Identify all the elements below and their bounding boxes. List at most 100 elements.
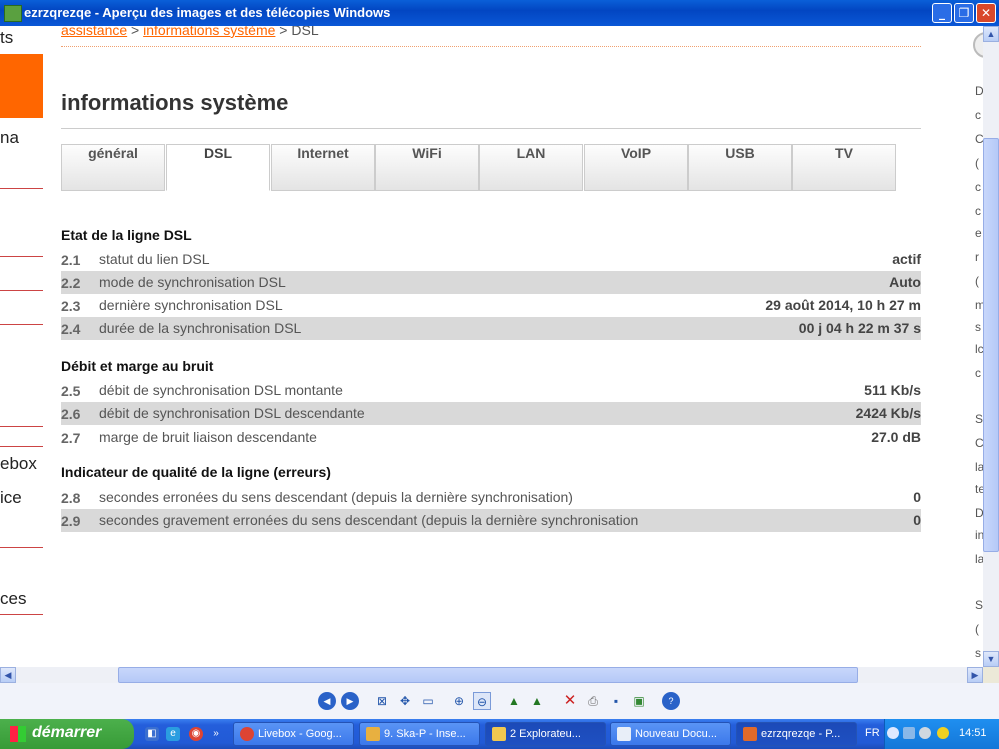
breadcrumb-separator: > (127, 26, 144, 38)
right-panel-text: ( (975, 156, 979, 170)
taskbar: démarrer ◧ e ◉ » Livebox - Goog... 9. Sk… (0, 719, 999, 749)
row-label: secondes erronées du sens descendant (de… (99, 489, 573, 505)
row-value: 27.0 dB (871, 429, 921, 445)
volume-icon[interactable] (937, 727, 949, 739)
save-icon[interactable]: ▪ (607, 692, 625, 710)
left-navigation: ts na ebox ice ces (0, 26, 44, 667)
right-panel-text: C (975, 132, 983, 146)
dotted-divider (61, 46, 921, 47)
scroll-up-button[interactable]: ▲ (983, 26, 999, 42)
start-label: démarrer (32, 724, 102, 741)
scroll-right-button[interactable]: ▶ (967, 667, 983, 683)
left-nav-divider (0, 256, 43, 257)
breadcrumb: assistance > informations système > DSL (61, 26, 319, 38)
left-nav-item[interactable]: ice (0, 488, 22, 508)
close-button[interactable]: ✕ (976, 3, 996, 23)
tab-general[interactable]: général (61, 144, 165, 191)
zoom-in-icon[interactable]: ⊕ (450, 692, 468, 710)
right-panel-text: lc (975, 342, 983, 356)
right-panel-text: c (975, 108, 981, 122)
quick-launch-overflow-icon[interactable]: » (209, 727, 223, 741)
tray-expand-icon[interactable] (887, 727, 899, 739)
right-panel-text: la (975, 552, 983, 566)
horizontal-scroll-thumb[interactable] (118, 667, 858, 683)
right-panel-text: ( (975, 274, 979, 288)
vertical-scrollbar[interactable]: ▲ ▼ (983, 26, 999, 667)
next-image-icon[interactable]: ▶ (341, 692, 359, 710)
page-title: informations système (61, 90, 289, 115)
clock: 14:51 (959, 727, 987, 739)
taskbar-item-label: Livebox - Goog... (258, 728, 342, 740)
actual-size-icon[interactable]: ✥ (396, 692, 414, 710)
right-panel-text: c (975, 366, 981, 380)
show-desktop-icon[interactable]: ◧ (145, 727, 159, 741)
image-viewer-icon (4, 5, 22, 22)
left-nav-item[interactable]: ebox (0, 454, 37, 474)
taskbar-item-ska-p[interactable]: 9. Ska-P - Inse... (359, 722, 480, 746)
left-nav-item[interactable]: ts (0, 28, 13, 48)
right-panel-text: la (975, 460, 983, 474)
right-panel-text: s (975, 646, 981, 660)
internet-explorer-icon[interactable]: e (166, 727, 180, 741)
maximize-button[interactable]: ❐ (954, 3, 974, 23)
left-nav-divider (0, 614, 43, 615)
left-nav-item[interactable]: na (0, 128, 19, 148)
left-nav-divider (0, 446, 43, 447)
tab-voip[interactable]: VoIP (584, 144, 688, 191)
row-number: 2.1 (61, 252, 81, 268)
row-value: 29 août 2014, 10 h 27 m (765, 297, 921, 313)
avatar[interactable] (973, 32, 983, 58)
row-number: 2.2 (61, 275, 81, 291)
table-row: 2.1 statut du lien DSL actif (61, 248, 921, 271)
network-icon[interactable] (903, 727, 915, 739)
row-number: 2.4 (61, 321, 81, 337)
taskbar-item-image-viewer[interactable]: ezrzqrezqe - P... (736, 722, 857, 746)
system-tray: FR 14:51 (865, 719, 999, 749)
tab-lan[interactable]: LAN (479, 144, 583, 191)
taskbar-item-explorer[interactable]: 2 Explorateu... (485, 722, 606, 746)
row-value: actif (892, 251, 921, 267)
tab-bar: général DSL Internet WiFi LAN VoIP USB T… (61, 144, 897, 192)
best-fit-icon[interactable]: ⊠ (373, 692, 391, 710)
scrollbar-corner (983, 667, 999, 683)
row-label: dernière synchronisation DSL (99, 297, 283, 313)
rotate-counterclockwise-icon[interactable]: ▲ (528, 692, 546, 710)
zoom-out-icon[interactable]: ⊖ (473, 692, 491, 710)
tab-tv[interactable]: TV (792, 144, 896, 191)
language-indicator[interactable]: FR (865, 727, 880, 739)
tab-usb[interactable]: USB (688, 144, 792, 191)
left-nav-item[interactable]: ces (0, 589, 26, 609)
table-row: 2.4 durée de la synchronisation DSL 00 j… (61, 317, 921, 340)
rotate-clockwise-icon[interactable]: ▲ (505, 692, 523, 710)
breadcrumb-separator: > (275, 26, 292, 38)
right-panel-text: c (975, 180, 981, 194)
scroll-down-button[interactable]: ▼ (983, 651, 999, 667)
tab-wifi[interactable]: WiFi (375, 144, 479, 191)
taskbar-item-livebox[interactable]: Livebox - Goog... (233, 722, 354, 746)
vertical-scroll-thumb[interactable] (983, 138, 999, 552)
chrome-icon[interactable]: ◉ (189, 727, 203, 741)
help-icon[interactable]: ? (662, 692, 680, 710)
tab-internet[interactable]: Internet (271, 144, 375, 191)
section-title-line-quality: Indicateur de qualité de la ligne (erreu… (61, 464, 331, 480)
previous-image-icon[interactable]: ◀ (318, 692, 336, 710)
tab-dsl[interactable]: DSL (166, 144, 270, 191)
breadcrumb-link-system-info[interactable]: informations système (143, 26, 275, 38)
delete-icon[interactable]: ✕ (561, 692, 579, 710)
edit-icon[interactable]: ▣ (630, 692, 648, 710)
tray-app-icon[interactable] (919, 727, 931, 739)
title-divider (61, 128, 921, 129)
slideshow-icon[interactable]: ▭ (419, 692, 437, 710)
minimize-button[interactable]: _ (932, 3, 952, 23)
left-nav-divider (0, 290, 43, 291)
scroll-left-button[interactable]: ◀ (0, 667, 16, 683)
taskbar-item-document[interactable]: Nouveau Docu... (610, 722, 731, 746)
breadcrumb-link-assistance[interactable]: assistance (61, 26, 127, 38)
taskbar-item-label: 9. Ska-P - Inse... (384, 728, 466, 740)
section-title-dsl-line-state: Etat de la ligne DSL (61, 227, 192, 243)
row-number: 2.9 (61, 513, 81, 529)
row-value: 0 (913, 489, 921, 505)
start-button[interactable]: démarrer (0, 719, 134, 749)
print-icon[interactable]: ⎙ (584, 692, 602, 710)
horizontal-scrollbar[interactable]: ◀ ▶ (0, 667, 983, 683)
